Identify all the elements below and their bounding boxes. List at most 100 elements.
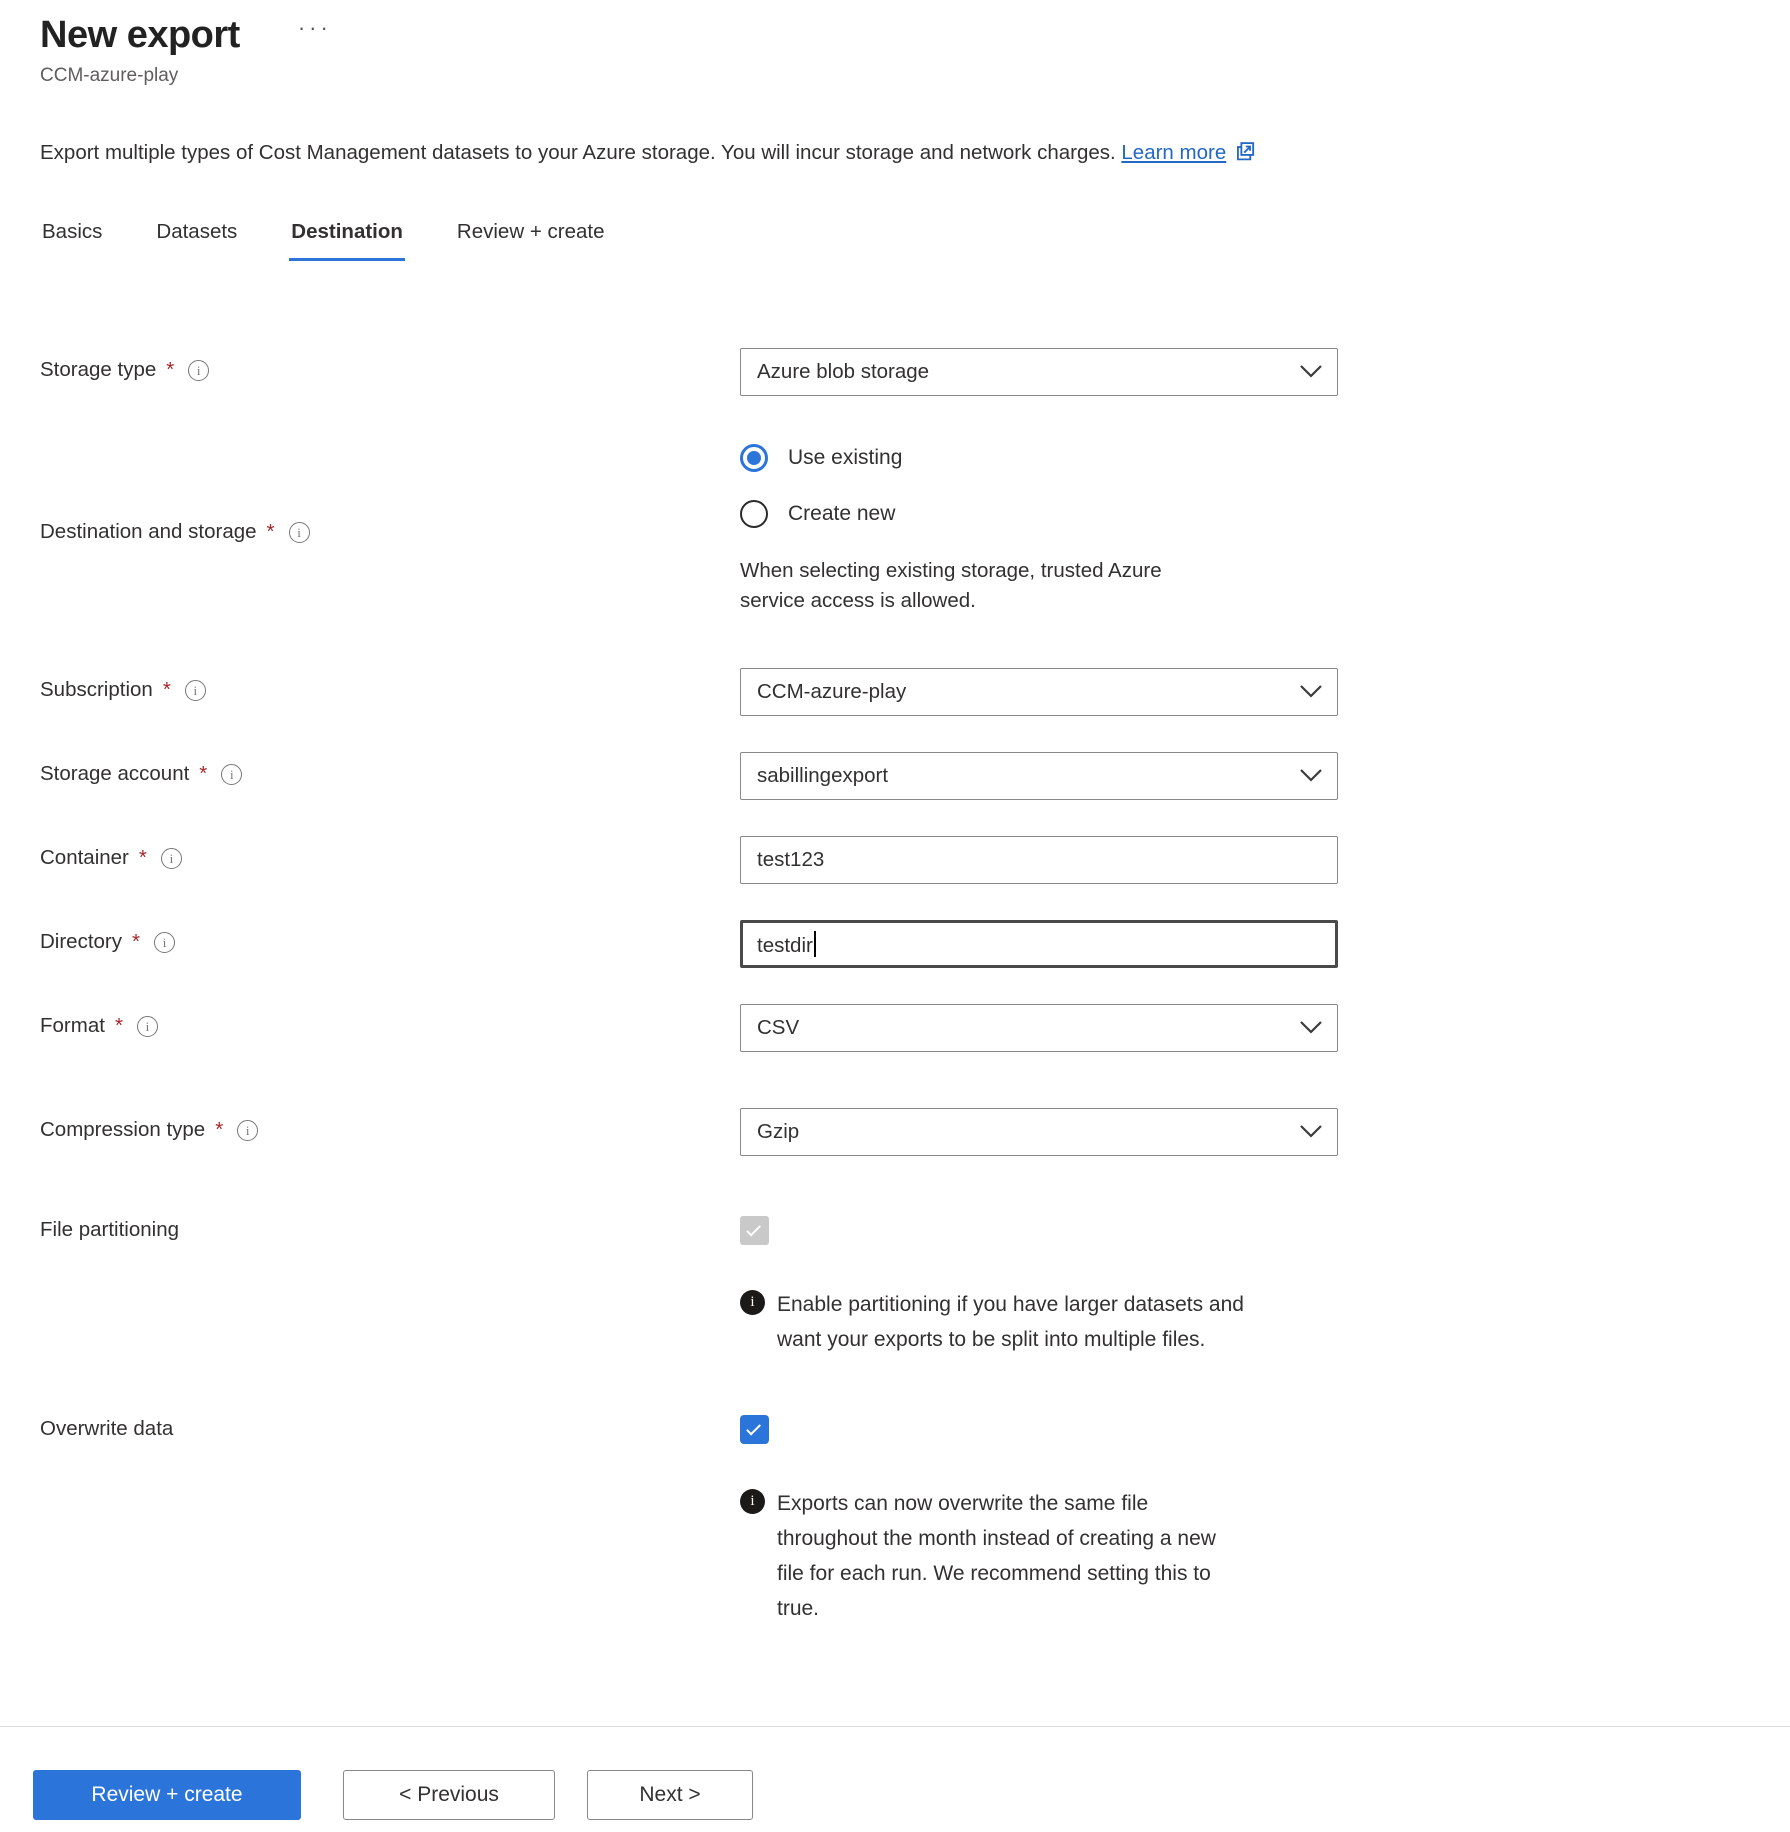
radio-unselected-icon [740,500,768,528]
required-asterisk: * [267,520,275,544]
directory-row: Directory * i testdir [40,920,1790,968]
subscription-value: CCM-azure-play [757,680,906,704]
page-title: New export [40,14,240,57]
wizard-footer: Review + create < Previous Next > [0,1726,1790,1832]
overwrite-data-checkbox[interactable] [740,1415,769,1444]
storage-type-row: Storage type * i Azure blob storage [40,348,1790,396]
file-partitioning-label: File partitioning [40,1218,179,1242]
radio-create-new-label: Create new [788,502,895,526]
destination-helper-text: When selecting existing storage, trusted… [740,556,1210,616]
file-partitioning-row: File partitioning i Enable partitioning … [40,1216,1790,1357]
radio-use-existing-label: Use existing [788,446,902,470]
compression-type-label: Compression type [40,1118,205,1142]
review-create-button[interactable]: Review + create [33,1770,301,1820]
storage-account-row: Storage account* i sabillingexport [40,752,1790,800]
info-icon[interactable]: i [221,764,242,785]
required-asterisk: * [139,846,147,870]
page-header: New export ··· [40,14,1790,57]
file-partitioning-info: i Enable partitioning if you have larger… [740,1287,1340,1357]
overwrite-data-label: Overwrite data [40,1417,173,1441]
learn-more-link[interactable]: Learn more [1121,141,1255,164]
radio-use-existing[interactable]: Use existing [740,444,1340,472]
info-icon[interactable]: i [185,680,206,701]
subscription-subtitle: CCM-azure-play [40,65,1790,87]
compression-type-row: Compression type * i Gzip [40,1108,1790,1156]
previous-button[interactable]: < Previous [343,1770,555,1820]
destination-and-storage-label: Destination and storage [40,520,257,544]
container-value: test123 [757,848,824,872]
directory-label: Directory [40,930,122,954]
storage-type-control-cell: Azure blob storage [740,348,1340,396]
required-asterisk: * [132,930,140,954]
info-icon[interactable]: i [137,1016,158,1037]
learn-more-label: Learn more [1121,141,1226,164]
directory-value-text: testdir [757,934,813,957]
subscription-dropdown[interactable]: CCM-azure-play [740,668,1338,716]
storage-type-label: Storage type [40,358,156,382]
tab-datasets[interactable]: Datasets [154,214,239,261]
wizard-tabs: Basics Datasets Destination Review + cre… [40,214,1790,262]
format-dropdown[interactable]: CSV [740,1004,1338,1052]
info-icon[interactable]: i [289,522,310,543]
info-icon[interactable]: i [188,360,209,381]
storage-type-label-cell: Storage type * i [40,348,740,396]
container-label-cell: Container * i [40,836,740,884]
checkmark-icon [746,1222,761,1237]
subscription-label: Subscription [40,678,153,702]
info-icon[interactable]: i [154,932,175,953]
tab-destination[interactable]: Destination [289,214,405,261]
info-icon[interactable]: i [237,1120,258,1141]
info-filled-icon: i [740,1489,765,1514]
overwrite-data-row: Overwrite data i Exports can now overwri… [40,1415,1790,1626]
file-partitioning-info-text: Enable partitioning if you have larger d… [777,1287,1247,1357]
overwrite-data-label-cell: Overwrite data [40,1415,740,1626]
next-button[interactable]: Next > [587,1770,753,1820]
chevron-down-icon [1299,1016,1323,1040]
storage-account-dropdown[interactable]: sabillingexport [740,752,1338,800]
destination-and-storage-control-cell: Use existing Create new When selecting e… [740,444,1340,616]
storage-type-value: Azure blob storage [757,360,929,384]
storage-type-dropdown[interactable]: Azure blob storage [740,348,1338,396]
required-asterisk: * [166,358,174,382]
destination-and-storage-label-cell: Destination and storage * i [40,444,740,616]
subscription-label-cell: Subscription * i [40,668,740,716]
subscription-control-cell: CCM-azure-play [740,668,1340,716]
format-value: CSV [757,1016,799,1040]
tab-basics[interactable]: Basics [40,214,104,261]
file-partitioning-checkbox [740,1216,769,1245]
radio-create-new[interactable]: Create new [740,500,1340,528]
format-label-cell: Format* i [40,1004,740,1052]
required-asterisk: * [115,1014,123,1038]
compression-type-dropdown[interactable]: Gzip [740,1108,1338,1156]
directory-value: testdir [757,931,816,958]
overwrite-data-info: i Exports can now overwrite the same fil… [740,1486,1340,1626]
storage-account-control-cell: sabillingexport [740,752,1340,800]
storage-account-value: sabillingexport [757,764,888,788]
container-row: Container * i test123 [40,836,1790,884]
required-asterisk: * [215,1118,223,1142]
format-row: Format* i CSV [40,1004,1790,1052]
file-partitioning-control-cell: i Enable partitioning if you have larger… [740,1216,1340,1357]
directory-input[interactable]: testdir [740,920,1338,968]
storage-account-label-cell: Storage account* i [40,752,740,800]
directory-label-cell: Directory * i [40,920,740,968]
directory-control-cell: testdir [740,920,1340,968]
external-link-icon [1234,141,1255,168]
storage-account-label: Storage account [40,762,189,786]
file-partitioning-label-cell: File partitioning [40,1216,740,1357]
subscription-row: Subscription * i CCM-azure-play [40,668,1790,716]
checkmark-icon [746,1421,761,1436]
tab-review-create[interactable]: Review + create [455,214,607,261]
required-asterisk: * [163,678,171,702]
info-icon[interactable]: i [161,848,182,869]
description-text: Export multiple types of Cost Management… [40,141,1790,168]
container-label: Container [40,846,129,870]
description-body: Export multiple types of Cost Management… [40,141,1116,164]
compression-type-control-cell: Gzip [740,1108,1340,1156]
more-options-icon[interactable]: ··· [298,15,332,41]
container-input[interactable]: test123 [740,836,1338,884]
format-control-cell: CSV [740,1004,1340,1052]
compression-type-value: Gzip [757,1120,799,1144]
compression-type-label-cell: Compression type * i [40,1108,740,1156]
text-cursor [814,931,816,957]
